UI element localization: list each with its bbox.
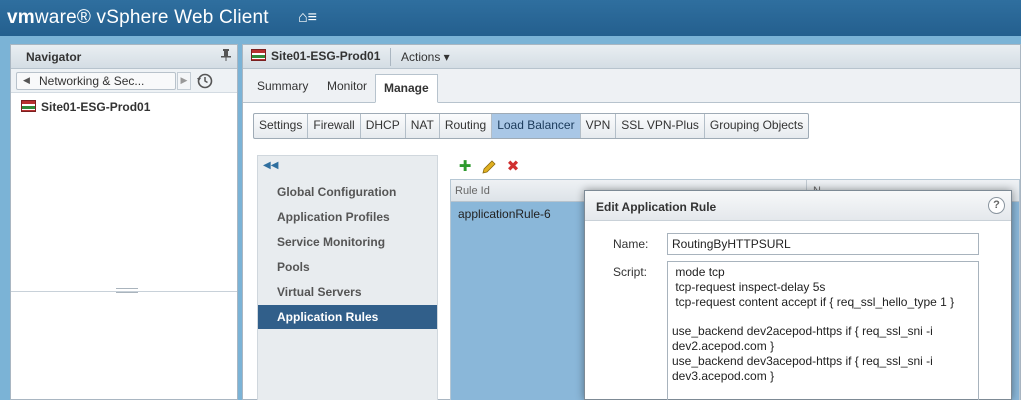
menu-global-configuration[interactable]: Global Configuration [258,180,437,204]
manage-subtabs: Settings Firewall DHCP NAT Routing Load … [253,113,810,139]
subtab-nat[interactable]: NAT [406,114,440,138]
object-title: Site01-ESG-Prod01 [251,49,380,63]
script-textarea[interactable]: mode tcp tcp-request inspect-delay 5s tc… [667,261,979,400]
menu-application-rules[interactable]: Application Rules [258,305,437,329]
add-icon[interactable]: ✚ [457,159,473,175]
menu-virtual-servers[interactable]: Virtual Servers [258,280,437,304]
column-rule-id[interactable]: Rule Id [455,185,490,197]
load-balancer-menu: ◀◀ Global Configuration Application Prof… [257,155,438,400]
menu-pools[interactable]: Pools [258,255,437,279]
breadcrumb-label: Networking & Sec... [39,74,145,88]
pin-icon[interactable] [221,49,231,64]
subtab-dhcp[interactable]: DHCP [361,114,406,138]
splitter-handle[interactable] [116,288,138,293]
edge-gateway-icon [21,100,36,112]
actions-menu-button[interactable]: Actions ▾ [401,50,450,64]
edit-icon[interactable] [481,159,497,175]
edge-gateway-icon [251,49,266,61]
tab-summary[interactable]: Summary [257,79,308,93]
collapse-icon[interactable]: ◀◀ [263,160,278,171]
tab-manage[interactable]: Manage [375,74,438,103]
top-header-bar: vmware® vSphere Web Client ⌂≡ [0,0,1021,36]
back-arrow-icon: ◀ [23,75,30,85]
object-header: Site01-ESG-Prod01 Actions ▾ [243,45,1020,69]
script-label: Script: [613,265,648,279]
object-tabs: Summary Monitor Manage [243,69,1020,103]
home-menu-button[interactable]: ⌂≡ [296,6,326,30]
subtab-routing[interactable]: Routing [440,114,493,138]
header-divider [390,48,391,66]
name-label: Name: [613,237,649,251]
subtab-grouping-objects[interactable]: Grouping Objects [705,114,808,138]
navigator-breadcrumb-row: ◀ Networking & Sec... ▶ [11,69,237,93]
navigator-header: Navigator [11,45,237,69]
subtab-ssl-vpn-plus[interactable]: SSL VPN-Plus [616,114,705,138]
navigator-title: Navigator [26,50,82,64]
dialog-title: Edit Application Rule [596,200,717,214]
subtab-vpn[interactable]: VPN [581,114,617,138]
navigator-panel: Navigator ◀ Networking & Sec... ▶ Site01… [10,44,238,400]
edit-application-rule-dialog: Edit Application Rule ? Name: RoutingByH… [584,190,1012,400]
subtab-load-balancer[interactable]: Load Balancer [492,114,581,138]
help-icon[interactable]: ? [988,197,1005,214]
forward-arrow-icon[interactable]: ▶ [177,72,191,90]
subtab-firewall[interactable]: Firewall [308,114,361,138]
home-icon: ⌂≡ [298,9,317,26]
name-field[interactable]: RoutingByHTTPSURL [667,233,979,255]
tree-item-site01-esg[interactable]: Site01-ESG-Prod01 [21,100,150,114]
dialog-header: Edit Application Rule ? [585,191,1011,221]
menu-application-profiles[interactable]: Application Profiles [258,205,437,229]
menu-service-monitoring[interactable]: Service Monitoring [258,230,437,254]
breadcrumb-back-button[interactable]: ◀ Networking & Sec... [16,72,176,90]
subtab-settings[interactable]: Settings [254,114,309,138]
tab-monitor[interactable]: Monitor [327,79,367,93]
vsphere-logo: vmware® vSphere Web Client [7,7,269,28]
delete-icon[interactable]: ✖ [505,159,521,175]
history-icon[interactable] [196,72,214,90]
